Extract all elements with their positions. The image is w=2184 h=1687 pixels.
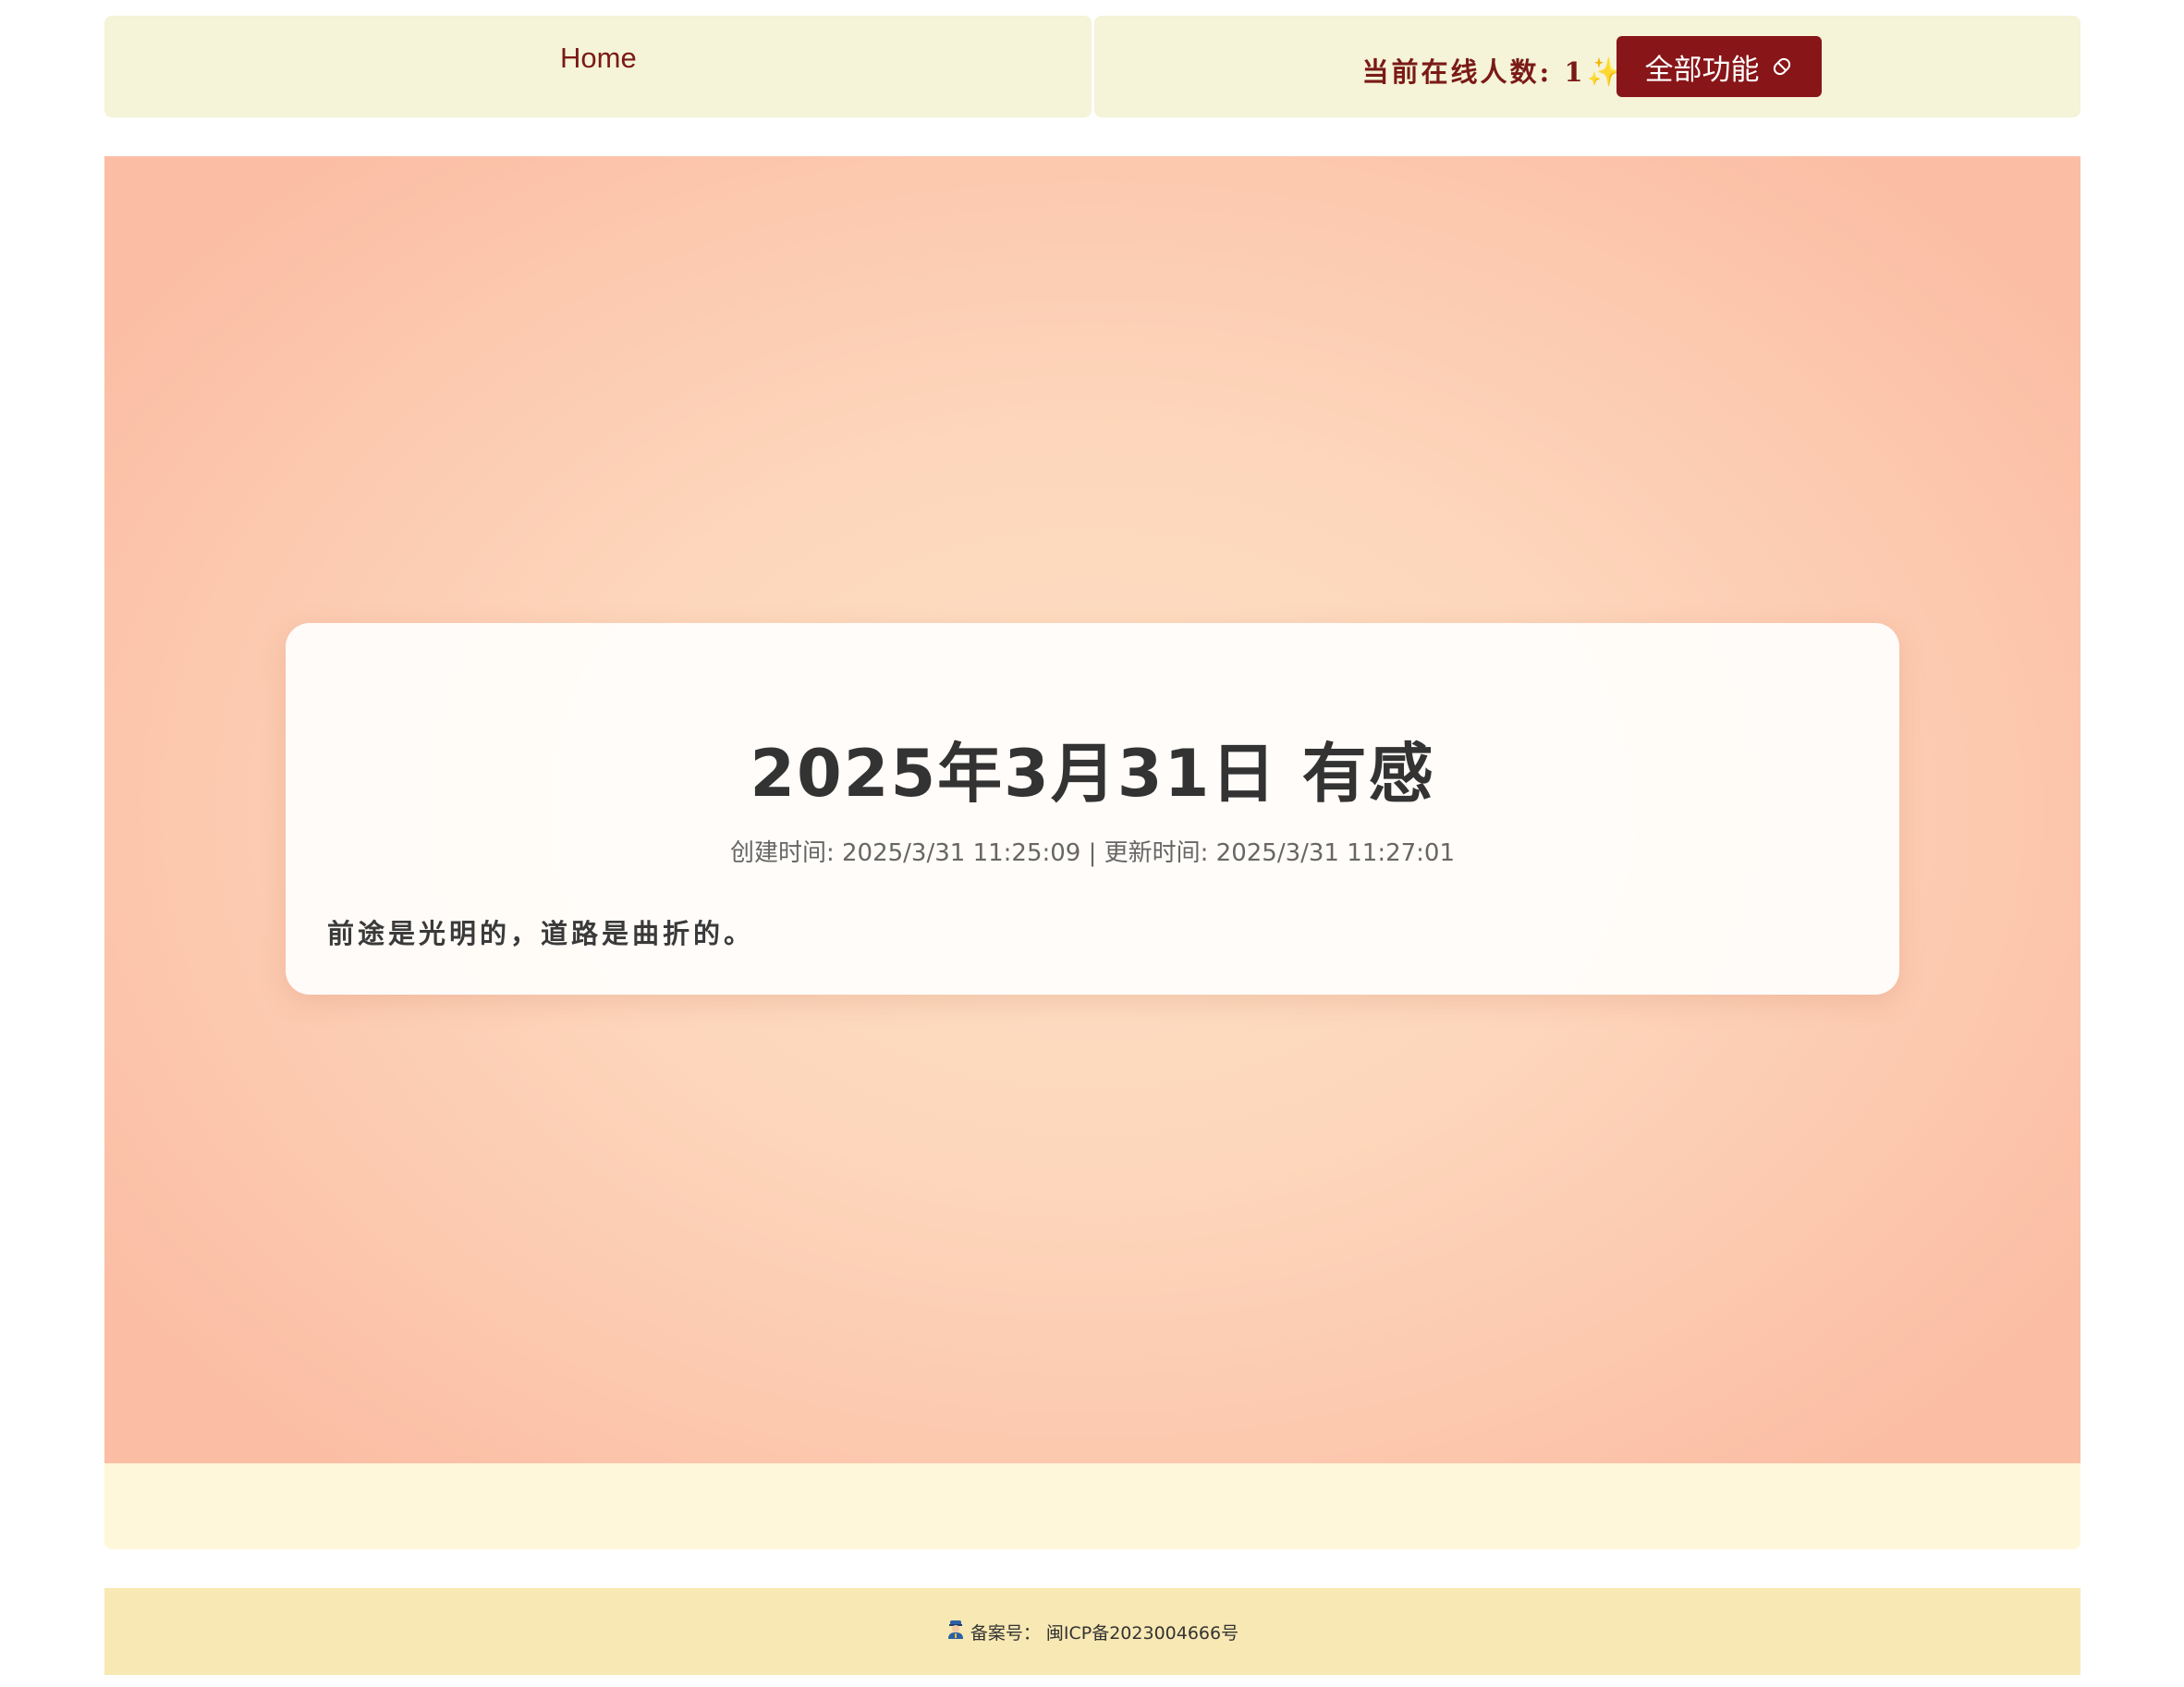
all-features-label: 全部功能 — [1644, 53, 1760, 86]
all-features-button[interactable]: 全部功能 — [1616, 36, 1822, 97]
icp-label: 备案号： — [970, 1622, 1041, 1644]
online-count: 1 — [1564, 56, 1583, 88]
icp-record[interactable]: 备案号： 闽ICP备2023004666号 — [946, 1620, 1238, 1644]
content-bottom-band — [104, 1463, 2080, 1549]
article-meta: 创建时间: 2025/3/31 11:25:09 | 更新时间: 2025/3/… — [729, 839, 1456, 867]
navbar-left: Home — [104, 16, 1092, 117]
online-label: 当前在线人数: — [1361, 56, 1553, 88]
online-count-indicator: 当前在线人数: 1 ✨ — [1362, 51, 1624, 90]
article-body: 前途是光明的，道路是曲折的。 — [327, 918, 755, 949]
article-card: 2025年3月31日 有感 创建时间: 2025/3/31 11:25:09 |… — [286, 623, 1899, 995]
article-title: 2025年3月31日 有感 — [750, 736, 1435, 812]
pill-icon — [1771, 55, 1793, 78]
hero-section: 2025年3月31日 有感 创建时间: 2025/3/31 11:25:09 |… — [104, 156, 2080, 1463]
icp-number: 闽ICP备2023004666号 — [1045, 1622, 1239, 1644]
police-icon — [946, 1620, 965, 1644]
top-navbar: Home 当前在线人数: 1 ✨ 全部功能 — [104, 16, 2080, 117]
navbar-right: 当前在线人数: 1 ✨ 全部功能 — [1093, 16, 2080, 117]
home-link[interactable]: Home — [560, 42, 637, 75]
footer: 备案号： 闽ICP备2023004666号 — [104, 1588, 2080, 1675]
